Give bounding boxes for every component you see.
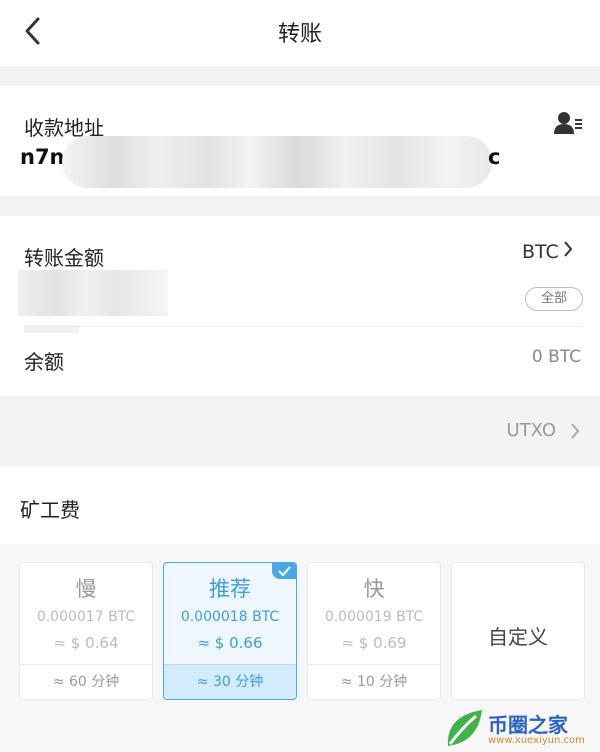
fee-speed: 慢 (75, 577, 97, 601)
fee-usd: ≈ $ 0.64 (53, 634, 119, 652)
watermark-text: 币圈之家 (488, 713, 568, 737)
utxo-row[interactable]: UTXO (0, 396, 600, 466)
fee-option-fast[interactable]: 快 0.000019 BTC ≈ $ 0.69 ≈ 10 分钟 (307, 562, 441, 700)
section-divider (0, 66, 600, 86)
address-redaction (62, 136, 492, 188)
all-amount-button[interactable]: 全部 (525, 287, 583, 311)
amount-input[interactable] (18, 270, 168, 316)
fee-amount: 0.000019 BTC (324, 609, 424, 625)
fee-time: ≈ 10 分钟 (308, 664, 440, 699)
fee-amount: 0.000017 BTC (36, 609, 136, 625)
fee-label: 矿工费 (20, 498, 80, 522)
coin-selector[interactable]: BTC (522, 240, 573, 263)
fee-option-slow[interactable]: 慢 0.000017 BTC ≈ $ 0.64 ≈ 60 分钟 (19, 562, 153, 700)
fee-time: ≈ 60 分钟 (20, 664, 152, 699)
chevron-right-icon (571, 423, 580, 439)
section-divider (0, 196, 600, 216)
custom-label: 自定义 (488, 625, 548, 649)
fee-amount: 0.000018 BTC (180, 609, 280, 625)
amount-label: 转账金额 (24, 246, 104, 270)
coin-label: BTC (522, 241, 559, 263)
divider (24, 326, 582, 327)
fee-usd: ≈ $ 0.66 (197, 634, 263, 652)
fee-option-custom[interactable]: 自定义 (451, 562, 585, 700)
balance-value: 0 BTC (531, 347, 581, 367)
fee-speed: 快 (363, 577, 385, 601)
fee-time: ≈ 30 分钟 (164, 664, 296, 699)
watermark-logo: 币圈之家 www.xuexiyun.com (440, 706, 600, 752)
chevron-right-icon (564, 241, 573, 257)
fee-option-recommended[interactable]: 推荐 0.000018 BTC ≈ $ 0.66 ≈ 30 分钟 (163, 562, 297, 700)
watermark-url: www.xuexiyun.com (488, 735, 585, 746)
address-value-end[interactable]: c (488, 145, 500, 169)
header: 转账 (0, 0, 600, 62)
page-title: 转账 (277, 22, 322, 47)
fee-speed: 推荐 (209, 577, 251, 601)
utxo-label: UTXO (506, 420, 556, 441)
leaf-icon (447, 710, 482, 746)
fee-usd: ≈ $ 0.69 (341, 634, 407, 652)
balance-label: 余额 (24, 350, 64, 374)
contact-book-icon[interactable] (553, 110, 583, 136)
